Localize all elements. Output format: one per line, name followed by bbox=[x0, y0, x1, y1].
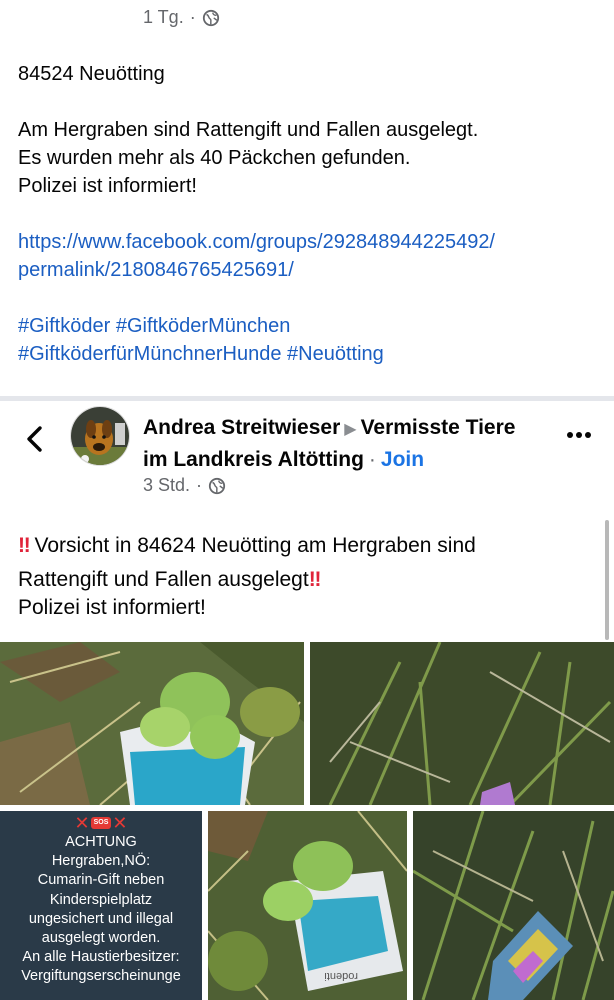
sos-warning-card: ✕ SOS ✕ ACHTUNG Hergraben,NÖ: Cumarin-Gi… bbox=[21, 813, 181, 985]
cropped-heading bbox=[290, 0, 390, 2]
post-line: Polizei ist informiert! bbox=[18, 175, 197, 197]
more-icon[interactable] bbox=[564, 425, 594, 445]
post-author-line: Andrea Streitwieser ▶ Vermisste Tiere im L… bbox=[143, 416, 516, 471]
photo-rat-poison-pack[interactable]: a6 bbox=[0, 642, 304, 805]
section-divider bbox=[0, 396, 614, 401]
cross-mark-icon: ✕ bbox=[112, 813, 128, 833]
sos-icon: SOS bbox=[90, 817, 112, 829]
post-line: Es wurden mehr als 40 Päckchen gefunden. bbox=[18, 147, 411, 169]
dog-avatar-image bbox=[71, 407, 129, 465]
globe-icon bbox=[208, 477, 226, 494]
post-meta: 1 Tg. · bbox=[143, 7, 220, 28]
post-time[interactable]: 1 Tg. bbox=[143, 7, 184, 28]
svg-text:rodenti: rodenti bbox=[324, 970, 358, 982]
cross-mark-icon: ✕ bbox=[74, 813, 90, 833]
permalink-link[interactable]: permalink/2180846765425691/ bbox=[18, 256, 608, 284]
post-line: Am Hergraben sind Rattengift und Fallen … bbox=[18, 119, 479, 141]
chevron-left-icon[interactable] bbox=[22, 424, 48, 454]
globe-icon bbox=[202, 9, 219, 26]
double-exclamation-icon: ‼ bbox=[308, 568, 322, 591]
permalink-link[interactable]: https://www.facebook.com/groups/29284894… bbox=[18, 228, 608, 256]
double-exclamation-icon: ‼ bbox=[18, 534, 31, 557]
hashtag-line[interactable]: #GiftköderfürMünchnerHunde #Neuötting bbox=[18, 340, 608, 368]
arrow-right-icon: ▶ bbox=[344, 421, 357, 438]
post-time[interactable]: 3 Std. bbox=[143, 475, 190, 496]
hashtag-line[interactable]: #Giftköder #GiftköderMünchen bbox=[18, 312, 608, 340]
photo-grass-trap[interactable] bbox=[310, 642, 614, 805]
post-line: 84524 Neuötting bbox=[18, 63, 165, 85]
shared-post-meta: 3 Std. · bbox=[143, 475, 226, 496]
avatar[interactable] bbox=[70, 406, 130, 466]
author-name[interactable]: Andrea Streitwieser bbox=[143, 416, 340, 439]
post-body: 84524 Neuötting Am Hergraben sind Ratten… bbox=[18, 60, 608, 368]
previous-post-header: 1 Tg. · bbox=[0, 0, 614, 40]
photo-trap-in-grass[interactable] bbox=[413, 811, 614, 1000]
join-button[interactable]: Join bbox=[381, 448, 424, 471]
scrollbar[interactable] bbox=[605, 520, 609, 640]
shared-post-body: ‼ Vorsicht in 84624 Neuötting am Hergrab… bbox=[18, 534, 476, 619]
photo-poison-pack-closeup[interactable]: rodenti bbox=[208, 811, 407, 1000]
